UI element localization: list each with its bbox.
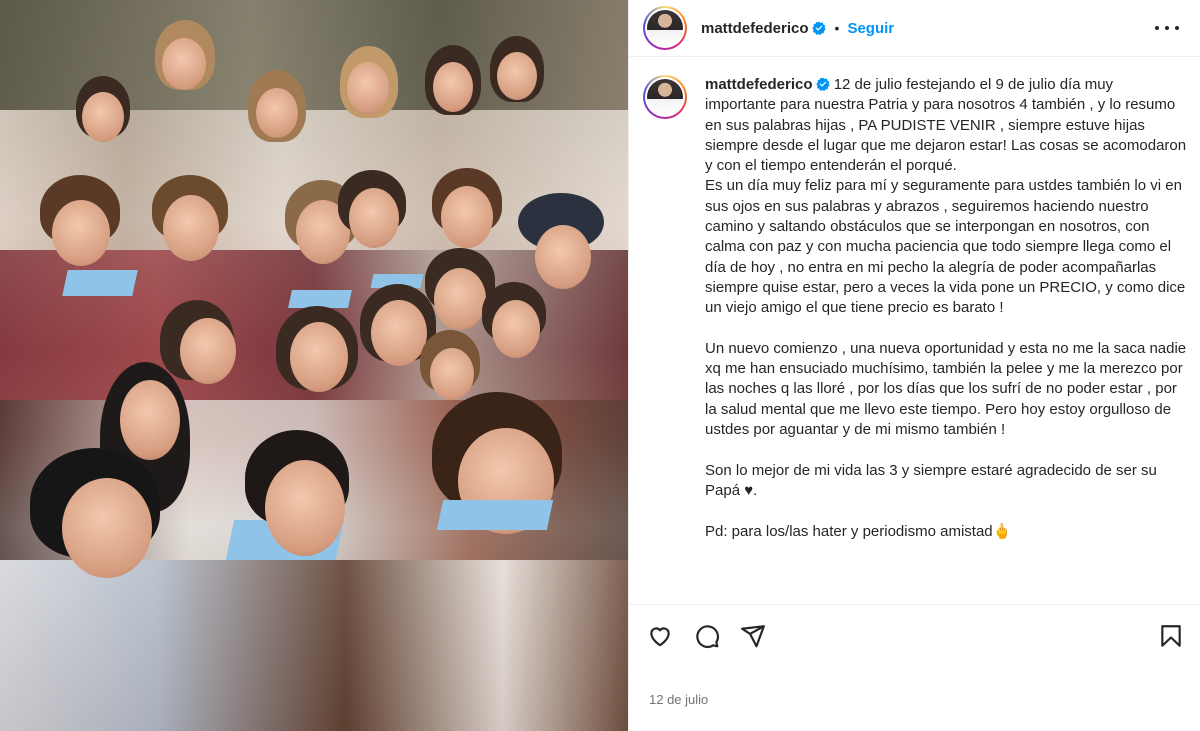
blue-scarf (436, 500, 554, 530)
child-face (371, 300, 427, 366)
post-header: mattdefederico • Seguir (629, 0, 1200, 57)
child-face (256, 88, 298, 138)
child-face (492, 300, 540, 358)
separator-dot: • (834, 20, 840, 36)
blue-scarf (62, 270, 138, 296)
child-face (163, 195, 219, 261)
comment-icon[interactable] (694, 623, 720, 649)
child-face (347, 62, 389, 114)
child-face (82, 92, 124, 142)
share-icon[interactable] (740, 623, 766, 649)
child-face (441, 186, 493, 248)
child-face (433, 62, 473, 112)
child-face (120, 380, 180, 460)
avatar[interactable] (643, 6, 687, 50)
child-face (349, 188, 399, 248)
child-face (434, 268, 486, 330)
verified-badge-icon (811, 21, 826, 35)
more-dot (1175, 26, 1179, 30)
comments-scroll-area[interactable]: mattdefederico 12 de julio festejando el… (629, 57, 1200, 604)
avatar-frame (645, 77, 685, 117)
child-face (430, 348, 474, 400)
avatar-image (647, 10, 683, 46)
post-details-panel: mattdefederico • Seguir mattdefederico 1… (628, 0, 1200, 731)
caption-text: 12 de julio festejando el 9 de julio día… (705, 76, 1187, 540)
more-options-icon[interactable] (1155, 18, 1179, 38)
heart-icon[interactable] (647, 623, 673, 649)
child-face (290, 322, 348, 392)
action-bar (629, 604, 1200, 664)
verified-badge-icon (815, 77, 830, 91)
more-dot (1155, 26, 1159, 30)
more-dot (1165, 26, 1169, 30)
child-face (162, 38, 206, 90)
child-face (62, 478, 152, 578)
caption-body: mattdefederico 12 de julio festejando el… (705, 75, 1188, 542)
caption: mattdefederico 12 de julio festejando el… (643, 75, 1188, 542)
follow-button[interactable]: Seguir (847, 20, 894, 37)
bookmark-icon[interactable] (1158, 623, 1184, 649)
child-face (180, 318, 236, 384)
child-face (497, 52, 537, 100)
child-face (535, 225, 591, 289)
post-date[interactable]: 12 de julio (649, 692, 708, 707)
child-face (265, 460, 345, 556)
caption-avatar[interactable] (643, 75, 687, 119)
username-link[interactable]: mattdefederico (701, 20, 809, 37)
photo-background-bottom (0, 560, 628, 731)
caption-username-link[interactable]: mattdefederico (705, 76, 813, 93)
post-photo[interactable] (0, 0, 628, 731)
child-face (52, 200, 110, 266)
avatar-image (647, 79, 683, 115)
avatar-frame (645, 8, 685, 48)
